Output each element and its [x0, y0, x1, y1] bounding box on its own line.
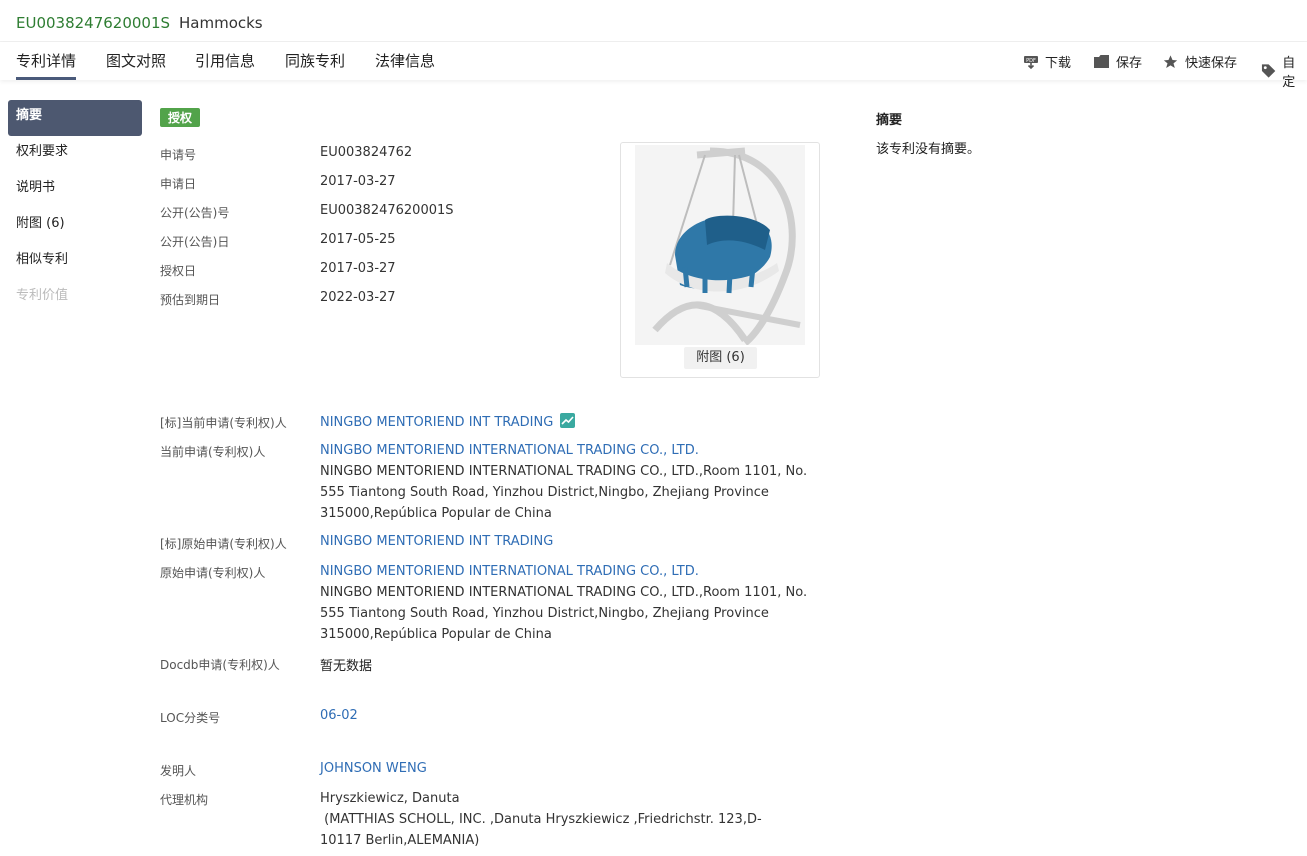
nav-similar-patents[interactable]: 相似专利: [8, 244, 142, 280]
original-applicant-link[interactable]: NINGBO MENTORIEND INTERNATIONAL TRADING …: [320, 561, 810, 582]
pub-date-value: 2017-05-25: [320, 232, 396, 247]
nav-abstract[interactable]: 摘要: [8, 100, 142, 136]
app-date-value: 2017-03-27: [320, 174, 396, 189]
std-current-applicant-label: [标]当前申请(专利权)人: [160, 416, 287, 430]
tab-bar: 专利详情 图文对照 引用信息 同族专利 法律信息 PDF 下载 保存 快速保存 …: [0, 42, 1307, 90]
tag-icon: [1261, 64, 1276, 78]
grant-date-label: 授权日: [160, 264, 197, 278]
inventor-link[interactable]: JOHNSON WENG: [320, 761, 427, 776]
publication-number: EU0038247620001S: [16, 14, 171, 32]
abstract-text: 该专利没有摘要。: [876, 142, 981, 157]
expiry-date-value: 2022-03-27: [320, 290, 396, 305]
std-original-applicant-label: [标]原始申请(专利权)人: [160, 537, 287, 551]
patent-title: Hammocks: [179, 14, 263, 32]
quick-save-label: 快速保存: [1185, 56, 1238, 71]
abstract-title: 摘要: [876, 113, 903, 128]
std-original-applicant-link[interactable]: NINGBO MENTORIEND INT TRADING: [320, 534, 553, 549]
quick-save-button[interactable]: 快速保存: [1162, 52, 1237, 71]
custom-tag-button[interactable]: 自定: [1261, 52, 1307, 90]
nav-figures[interactable]: 附图 (6): [8, 208, 142, 244]
save-label: 保存: [1116, 56, 1143, 71]
app-number-label: 申请号: [160, 148, 197, 162]
agency-block: Hryszkiewicz, Danuta (MATTHIAS SCHOLL, I…: [320, 788, 790, 851]
tab-family[interactable]: 同族专利: [285, 50, 345, 71]
original-applicant-block: NINGBO MENTORIEND INTERNATIONAL TRADING …: [320, 561, 810, 645]
pub-number-value: EU0038247620001S: [320, 203, 454, 218]
current-applicant-address: NINGBO MENTORIEND INTERNATIONAL TRADING …: [320, 464, 808, 521]
custom-tag-label: 自定: [1282, 56, 1296, 90]
hammock-chair-image[interactable]: [635, 145, 805, 346]
nav-claims[interactable]: 权利要求: [8, 136, 142, 172]
current-applicant-block: NINGBO MENTORIEND INTERNATIONAL TRADING …: [320, 440, 810, 524]
tab-citations[interactable]: 引用信息: [195, 50, 255, 71]
tab-patent-details[interactable]: 专利详情: [16, 50, 77, 80]
agency-name: Hryszkiewicz, Danuta: [320, 791, 460, 806]
inventor-label: 发明人: [160, 764, 197, 778]
pub-number-label: 公开(公告)号: [160, 206, 230, 220]
grant-date-value: 2017-03-27: [320, 261, 396, 276]
loc-class-link[interactable]: 06-02: [320, 708, 358, 723]
docdb-applicant-label: Docdb申请(专利权)人: [160, 658, 280, 672]
agency-label: 代理机构: [160, 793, 209, 807]
figures-button[interactable]: 附图 (6): [684, 347, 757, 369]
pub-date-label: 公开(公告)日: [160, 235, 230, 249]
star-icon: [1163, 54, 1178, 68]
current-applicant-label: 当前申请(专利权)人: [160, 445, 266, 459]
folder-icon: [1094, 55, 1109, 68]
download-label: 下载: [1045, 56, 1072, 71]
original-applicant-address: NINGBO MENTORIEND INTERNATIONAL TRADING …: [320, 585, 808, 642]
tab-legal[interactable]: 法律信息: [375, 50, 435, 71]
nav-description[interactable]: 说明书: [8, 172, 142, 208]
agency-detail: (MATTHIAS SCHOLL, INC. ,Danuta Hryszkiew…: [320, 812, 762, 848]
original-applicant-label: 原始申请(专利权)人: [160, 566, 266, 580]
loc-class-label: LOC分类号: [160, 711, 221, 725]
save-button[interactable]: 保存: [1093, 52, 1142, 71]
download-button[interactable]: PDF 下载: [1023, 52, 1071, 71]
docdb-applicant-value: 暂无数据: [320, 659, 373, 674]
std-current-applicant-row: NINGBO MENTORIEND INT TRADING: [320, 413, 576, 430]
title-bar: EU0038247620001S Hammocks: [0, 0, 1307, 42]
app-date-label: 申请日: [160, 177, 197, 191]
download-icon: PDF: [1024, 55, 1038, 69]
figure-card[interactable]: 附图 (6): [620, 142, 820, 378]
side-navigation: 摘要 权利要求 说明书 附图 (6) 相似专利 专利价值: [8, 100, 142, 316]
nav-patent-value: 专利价值: [16, 288, 69, 303]
status-badge: 授权: [160, 108, 201, 127]
trend-chart-icon[interactable]: [560, 413, 576, 428]
std-current-applicant-link[interactable]: NINGBO MENTORIEND INT TRADING: [320, 415, 553, 430]
current-applicant-link[interactable]: NINGBO MENTORIEND INTERNATIONAL TRADING …: [320, 440, 810, 461]
app-number-value: EU003824762: [320, 145, 413, 160]
expiry-date-label: 预估到期日: [160, 293, 221, 307]
tab-image-text[interactable]: 图文对照: [106, 50, 166, 71]
